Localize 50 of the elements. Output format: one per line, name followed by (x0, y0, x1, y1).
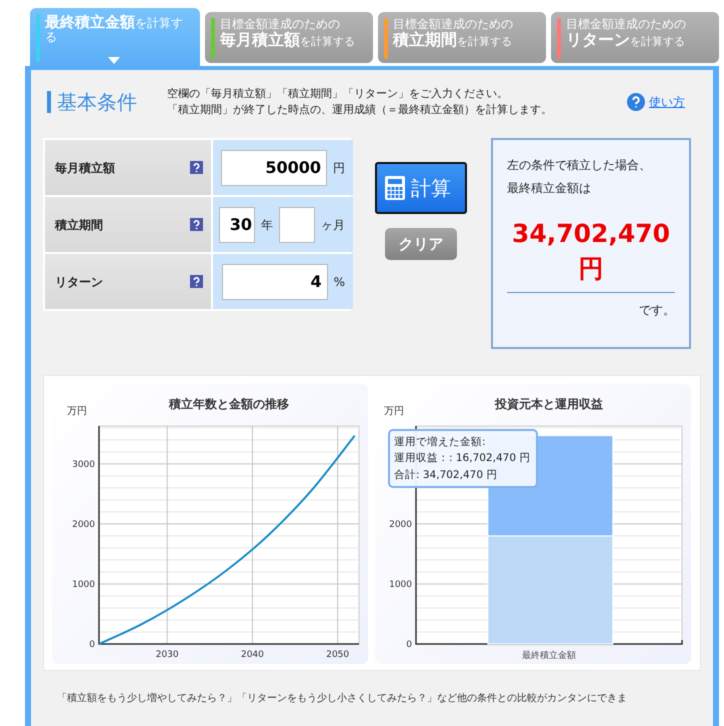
calculator-icon (385, 176, 405, 200)
calculate-button[interactable]: 計算 (375, 162, 467, 214)
section-title: 基本条件 (47, 91, 137, 113)
tick-label: 0 (89, 640, 95, 650)
calculator-tab[interactable]: 目標金額達成のための 積立期間を計算する (378, 12, 546, 63)
tick-label: 2030 (156, 650, 179, 660)
unit-label: 円 (333, 160, 345, 176)
caret-icon (108, 57, 120, 64)
field-label: 毎月積立額 (55, 160, 115, 176)
instruction-text: 「積立期間」が終了した時点の、運用成績（＝最終積立金額）を計算します。 (167, 102, 552, 118)
chart-title: 投資元本と運用収益 (495, 397, 603, 411)
tick-label: 2000 (72, 520, 95, 530)
field-label: 積立期間 (55, 216, 103, 234)
result-unit: 円 (578, 252, 604, 285)
help-icon[interactable] (190, 275, 203, 288)
result-suffix: です。 (638, 302, 675, 319)
axis-unit: 万円 (67, 406, 87, 417)
result-caption: 左の条件で積立した場合、 (507, 157, 652, 174)
input-field[interactable] (279, 206, 315, 242)
help-icon (627, 93, 645, 111)
tooltip-text: 運用収益：: 16,702,470 円 (394, 451, 532, 466)
help-icon[interactable] (190, 218, 203, 231)
unit-label: % (334, 274, 345, 290)
tooltip-text: 合計: 34,702,470 円 (394, 468, 498, 483)
result-caption: 最終積立金額は (507, 180, 592, 197)
category-label: 最終積立金額 (522, 651, 576, 661)
tick-label: 1000 (72, 580, 95, 590)
calculator-tab[interactable]: 目標金額達成のための 毎月積立額を計算する (205, 12, 373, 63)
result-amount: 34,702,470 (510, 218, 672, 250)
calculator-tab[interactable]: 目標金額達成のための リターンを計算する (551, 12, 719, 63)
tick-label: 2000 (389, 520, 412, 530)
field-label: リターン (55, 274, 103, 290)
instruction-text: 空欄の「毎月積立額」「積立期間」「リターン」をご入力ください。 (167, 86, 509, 102)
input-field[interactable]: 50000 (221, 150, 327, 186)
tick-label: 1000 (389, 580, 412, 590)
calculator-tab[interactable]: 最終積立金額を計算する (30, 8, 200, 66)
unit-label: ヶ月 (321, 216, 345, 234)
tooltip-text: 運用で増えた金額: (394, 435, 487, 450)
help-icon[interactable] (190, 161, 203, 174)
axis-unit: 万円 (384, 406, 404, 417)
input-field[interactable]: 30 (219, 206, 255, 242)
clear-button[interactable]: クリア (385, 228, 457, 260)
input-field[interactable]: 4 (222, 264, 328, 300)
chart-title: 積立年数と金額の推移 (169, 397, 289, 411)
tick-label: 2050 (326, 650, 350, 660)
unit-label: 年 (261, 216, 273, 234)
tick-label: 0 (406, 640, 412, 650)
tick-label: 2040 (241, 650, 264, 660)
tick-label: 3000 (72, 460, 95, 470)
footer-text: 「積立額をもう少し増やしてみたら？」「リターンをもう少し小さくしてみたら？」など他の条件との比較がカンタンにできま (57, 692, 628, 706)
